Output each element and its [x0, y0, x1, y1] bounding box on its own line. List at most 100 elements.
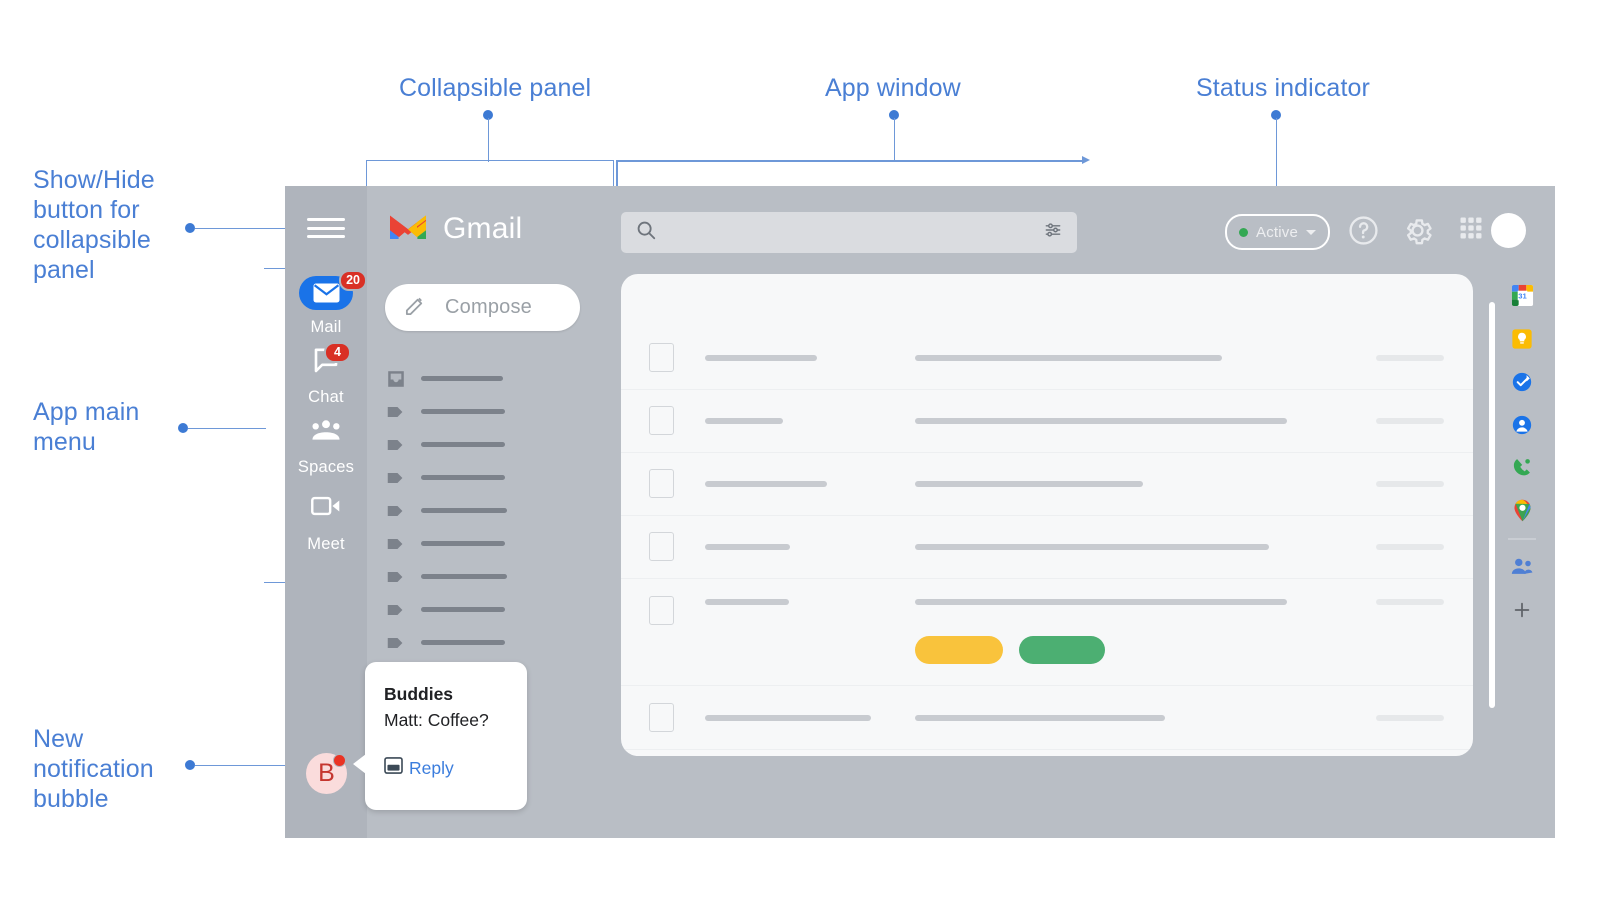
folder-label-bar	[421, 508, 507, 513]
app-item-spaces[interactable]: Spaces	[285, 416, 367, 477]
folder-item-inbox[interactable]	[385, 362, 605, 395]
spaces-people-glyph	[312, 420, 340, 440]
subject-bar	[915, 543, 1269, 550]
screenshot-stage: Collapsible panel App window Status indi…	[0, 0, 1600, 900]
app-item-label-chat: Chat	[308, 388, 344, 406]
folder-item[interactable]	[385, 428, 605, 461]
chat-badge: 4	[324, 342, 351, 363]
message-list-panel	[621, 274, 1473, 756]
folder-list	[385, 362, 605, 659]
subject-bar	[915, 599, 1287, 605]
table-row[interactable]	[621, 389, 1473, 453]
table-row[interactable]	[621, 515, 1473, 579]
sender-bar	[705, 599, 789, 605]
notification-avatar[interactable]: B	[306, 753, 347, 794]
row-checkbox[interactable]	[649, 406, 674, 435]
sender-bar	[705, 417, 783, 424]
label-icon	[385, 632, 407, 654]
folder-label-bar	[421, 607, 505, 612]
notification-bubble[interactable]: Buddies Matt: Coffee? Reply	[353, 662, 527, 810]
app-item-label-spaces: Spaces	[297, 458, 355, 476]
search-bar[interactable]	[621, 212, 1077, 253]
row-checkbox[interactable]	[649, 469, 674, 498]
settings-gear-icon[interactable]	[1401, 214, 1434, 252]
table-row[interactable]	[621, 326, 1473, 390]
search-input[interactable]	[667, 222, 1043, 243]
status-indicator-chip[interactable]: Active	[1225, 214, 1331, 250]
search-icon	[635, 219, 657, 246]
subject-bar	[915, 480, 1143, 487]
notification-title: Buddies	[384, 684, 454, 704]
row-checkbox[interactable]	[649, 532, 674, 561]
google-maps-icon[interactable]	[1489, 489, 1555, 532]
folder-item[interactable]	[385, 494, 605, 527]
mail-badge: 20	[339, 270, 367, 291]
sender-bar	[705, 354, 817, 361]
date-bar	[1376, 354, 1444, 361]
gmail-logo-icon	[387, 210, 429, 247]
leader-line-app-main-menu	[188, 427, 266, 429]
side-addons-rail: 31	[1489, 274, 1555, 632]
folder-item[interactable]	[385, 461, 605, 494]
account-avatar[interactable]	[1491, 213, 1526, 248]
yellow-pill[interactable]	[915, 636, 1003, 664]
sender-bar	[705, 480, 827, 487]
green-pill[interactable]	[1019, 636, 1105, 664]
row-checkbox[interactable]	[649, 343, 674, 372]
folder-label-bar	[421, 442, 505, 447]
app-item-chat[interactable]: 4 Chat	[285, 342, 367, 407]
inbox-icon	[385, 368, 407, 390]
status-dot-icon	[1239, 227, 1248, 237]
annotation-collapsible-panel: Collapsible panel	[399, 74, 592, 102]
google-calendar-icon[interactable]: 31	[1489, 274, 1555, 317]
folder-item[interactable]	[385, 593, 605, 626]
date-bar	[1376, 599, 1444, 605]
label-icon	[385, 566, 407, 588]
folder-item[interactable]	[385, 560, 605, 593]
compose-button[interactable]: Compose	[385, 284, 580, 331]
folder-item[interactable]	[385, 395, 605, 428]
app-item-meet[interactable]: Meet	[285, 493, 367, 554]
hamburger-icon[interactable]	[307, 215, 345, 241]
brand-lockup[interactable]: Gmail	[387, 210, 522, 247]
table-row[interactable]	[621, 686, 1473, 750]
app-window: 20 Mail 4 Chat Spaces Meet B Gmail Compo…	[285, 186, 1555, 838]
table-row[interactable]	[621, 749, 1473, 756]
row-checkbox[interactable]	[649, 596, 674, 625]
contacts-people-icon[interactable]	[1489, 546, 1555, 589]
add-addon-icon[interactable]	[1489, 589, 1555, 632]
envelope-glyph	[313, 283, 339, 303]
leader-dot-notification	[185, 760, 195, 770]
google-keep-icon[interactable]	[1489, 317, 1555, 360]
sender-bar	[705, 714, 871, 721]
avatar-initial: B	[318, 759, 335, 787]
annotation-app-main-menu: App main menu	[33, 398, 140, 456]
label-icon	[385, 467, 407, 489]
table-row[interactable]	[621, 452, 1473, 516]
app-item-label-meet: Meet	[307, 535, 345, 553]
tune-icon[interactable]	[1043, 220, 1063, 245]
status-label: Active	[1256, 223, 1299, 241]
folder-item[interactable]	[385, 527, 605, 560]
folder-item[interactable]	[385, 626, 605, 659]
google-voice-icon[interactable]	[1489, 446, 1555, 489]
row-checkbox[interactable]	[649, 703, 674, 732]
compose-label: Compose	[445, 296, 532, 318]
pencil-icon	[404, 294, 427, 322]
help-icon[interactable]	[1347, 214, 1380, 252]
reply-button[interactable]: Reply	[384, 757, 454, 779]
chevron-down-icon	[1306, 229, 1317, 235]
google-tasks-icon[interactable]	[1489, 360, 1555, 403]
app-item-mail[interactable]: 20 Mail	[285, 270, 367, 337]
svg-text:31: 31	[1518, 291, 1527, 300]
folder-label-bar	[421, 574, 507, 579]
apps-grid-icon[interactable]	[1457, 214, 1485, 247]
label-icon	[385, 401, 407, 423]
google-contacts-icon[interactable]	[1489, 403, 1555, 446]
label-icon	[385, 599, 407, 621]
table-row[interactable]	[621, 578, 1473, 686]
reply-label: Reply	[409, 757, 454, 778]
video-camera-glyph	[311, 496, 340, 516]
app-main-menu-rail: 20 Mail 4 Chat Spaces Meet B	[285, 186, 367, 838]
folder-label-bar	[421, 640, 505, 645]
